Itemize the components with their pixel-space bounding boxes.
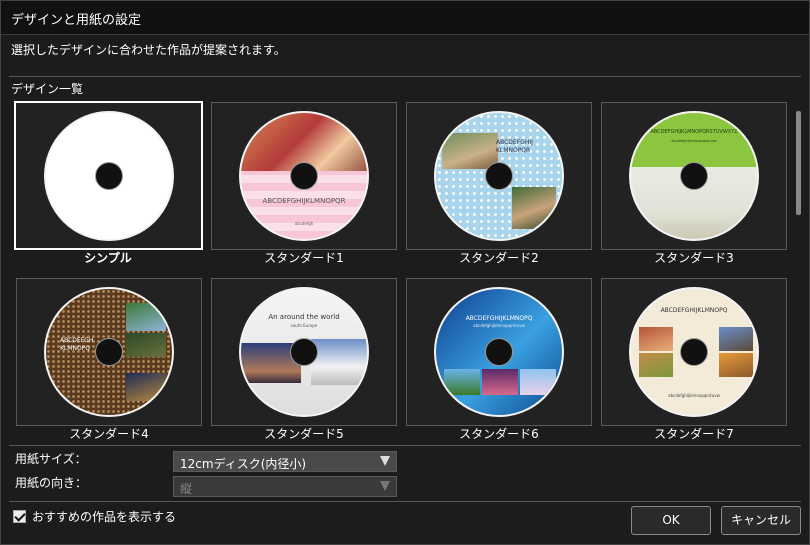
disc-preview — [43, 110, 174, 241]
design-item-standard2[interactable]: ABCDEFGHIJ KLMNOPQR — [406, 102, 592, 250]
disc-sub-text: south Europe — [290, 323, 318, 328]
design-label: スタンダード3 — [654, 251, 734, 265]
paper-size-label: 用紙サイズ： — [15, 452, 87, 466]
design-list-title: デザイン一覧 — [11, 82, 84, 96]
disc-hole — [485, 338, 513, 366]
photo-3 — [719, 327, 753, 351]
disc-sub-text: abcdefghijklmnopqrstuvw — [668, 393, 720, 398]
design-item-standard7[interactable]: ABCDEFGHIJKLMNOPQ abcdefghijklmnopqrstuv… — [601, 278, 787, 426]
orientation-label: 用紙の向き： — [15, 476, 88, 490]
disc-hole — [680, 162, 708, 190]
disc-preview: ABCDEFGHIJKLMNOPQRSTUVWXYZ abcdefghijklm… — [629, 111, 759, 241]
design-label: シンプル — [84, 251, 132, 265]
design-item-standard5[interactable]: An around the world south Europe — [211, 278, 397, 426]
description-text: 選択したデザインに合わせた作品が提案されます。 — [11, 43, 286, 57]
paper-size-value: 12cmディスク(内径小) — [180, 457, 307, 471]
cancel-button[interactable]: キャンセル — [721, 506, 801, 535]
disc-title-text: ABCDEFGHIJKLMNOPQ — [660, 307, 728, 314]
design-paper-dialog: デザインと用紙の設定 選択したデザインに合わせた作品が提案されます。 デザイン一… — [0, 0, 810, 545]
photo-2 — [311, 339, 367, 385]
disc-title-text: ABCDEFGHIJKLMNOPQ — [465, 315, 533, 322]
chevron-down-icon — [380, 481, 390, 491]
photo-2 — [482, 369, 518, 395]
orientation-select[interactable]: 縦 — [173, 476, 397, 497]
disc-title-text: ABCDEFGHIJKLMNOPQRSTUVWXYZ — [650, 129, 738, 135]
disc-hole — [290, 162, 318, 190]
design-list-scrollbar[interactable] — [796, 101, 802, 441]
divider — [9, 445, 801, 446]
disc-preview: An around the world south Europe — [239, 287, 369, 417]
paper-size-select[interactable]: 12cmディスク(内径小) — [173, 451, 397, 472]
orientation-value: 縦 — [180, 482, 193, 496]
design-label: スタンダード5 — [264, 427, 344, 441]
scrollbar-thumb[interactable] — [796, 111, 801, 215]
design-item-standard4[interactable]: ABCDEFGH KLMNOPQ — [16, 278, 202, 426]
disc-title-text: ABCDEFGHIJ — [496, 139, 533, 146]
disc-preview: ABCDEFGHIJ KLMNOPQR — [434, 111, 564, 241]
divider — [9, 501, 801, 502]
photo-1 — [444, 369, 480, 395]
disc-hole — [485, 162, 513, 190]
disc-title-text: ABCDEFGHIJKLMNOPQR — [262, 197, 346, 205]
disc-sub-text: abcdefgh — [294, 221, 314, 226]
ok-button[interactable]: OK — [631, 506, 711, 535]
title-bar: デザインと用紙の設定 — [1, 1, 809, 35]
photo-1 — [442, 133, 498, 169]
design-label: スタンダード6 — [459, 427, 539, 441]
photo-1 — [126, 303, 166, 331]
design-grid: シンプル ABCDEFGHIJKLMNOPQR abcdefgh スタンダード1… — [1, 97, 791, 443]
recommend-checkbox[interactable] — [13, 510, 26, 523]
window-title: デザインと用紙の設定 — [11, 13, 142, 28]
photo-2 — [639, 353, 673, 377]
photo-1 — [639, 327, 673, 351]
design-item-standard3[interactable]: ABCDEFGHIJKLMNOPQRSTUVWXYZ abcdefghijklm… — [601, 102, 787, 250]
photo-2 — [512, 187, 556, 229]
design-label: スタンダード2 — [459, 251, 539, 265]
chevron-down-icon — [380, 456, 390, 466]
disc-preview: ABCDEFGHIJKLMNOPQ abcdefghijklmnopqrstuv… — [434, 287, 564, 417]
disc-preview: ABCDEFGHIJKLMNOPQ abcdefghijklmnopqrstuv… — [629, 287, 759, 417]
divider — [9, 76, 801, 77]
disc-title-text: An around the world — [268, 313, 340, 321]
disc-sub-text: abcdefghijklmnopqrstuvw — [671, 139, 717, 143]
design-label: スタンダード4 — [69, 427, 149, 441]
design-label: スタンダード1 — [264, 251, 344, 265]
disc-sub-text: KLMNOPQR — [496, 147, 531, 154]
design-item-simple[interactable] — [14, 101, 203, 250]
photo-3 — [520, 369, 556, 395]
photo-3 — [126, 373, 166, 401]
disc-hole — [95, 338, 123, 366]
recommend-label: おすすめの作品を表示する — [32, 510, 177, 524]
disc-preview: ABCDEFGHIJKLMNOPQR abcdefgh — [239, 111, 369, 241]
design-item-standard1[interactable]: ABCDEFGHIJKLMNOPQR abcdefgh — [211, 102, 397, 250]
disc-preview: ABCDEFGH KLMNOPQ — [44, 287, 174, 417]
recommend-checkbox-row[interactable]: おすすめの作品を表示する — [13, 508, 176, 525]
design-label: スタンダード7 — [654, 427, 734, 441]
disc-hole — [94, 161, 123, 190]
design-item-standard6[interactable]: ABCDEFGHIJKLMNOPQ abcdefghijklmnopqrstuv… — [406, 278, 592, 426]
disc-hole — [680, 338, 708, 366]
disc-sub-text: abcdefghijklmnopqrstuvw — [473, 323, 525, 328]
disc-hole — [290, 338, 318, 366]
photo-4 — [719, 353, 753, 377]
